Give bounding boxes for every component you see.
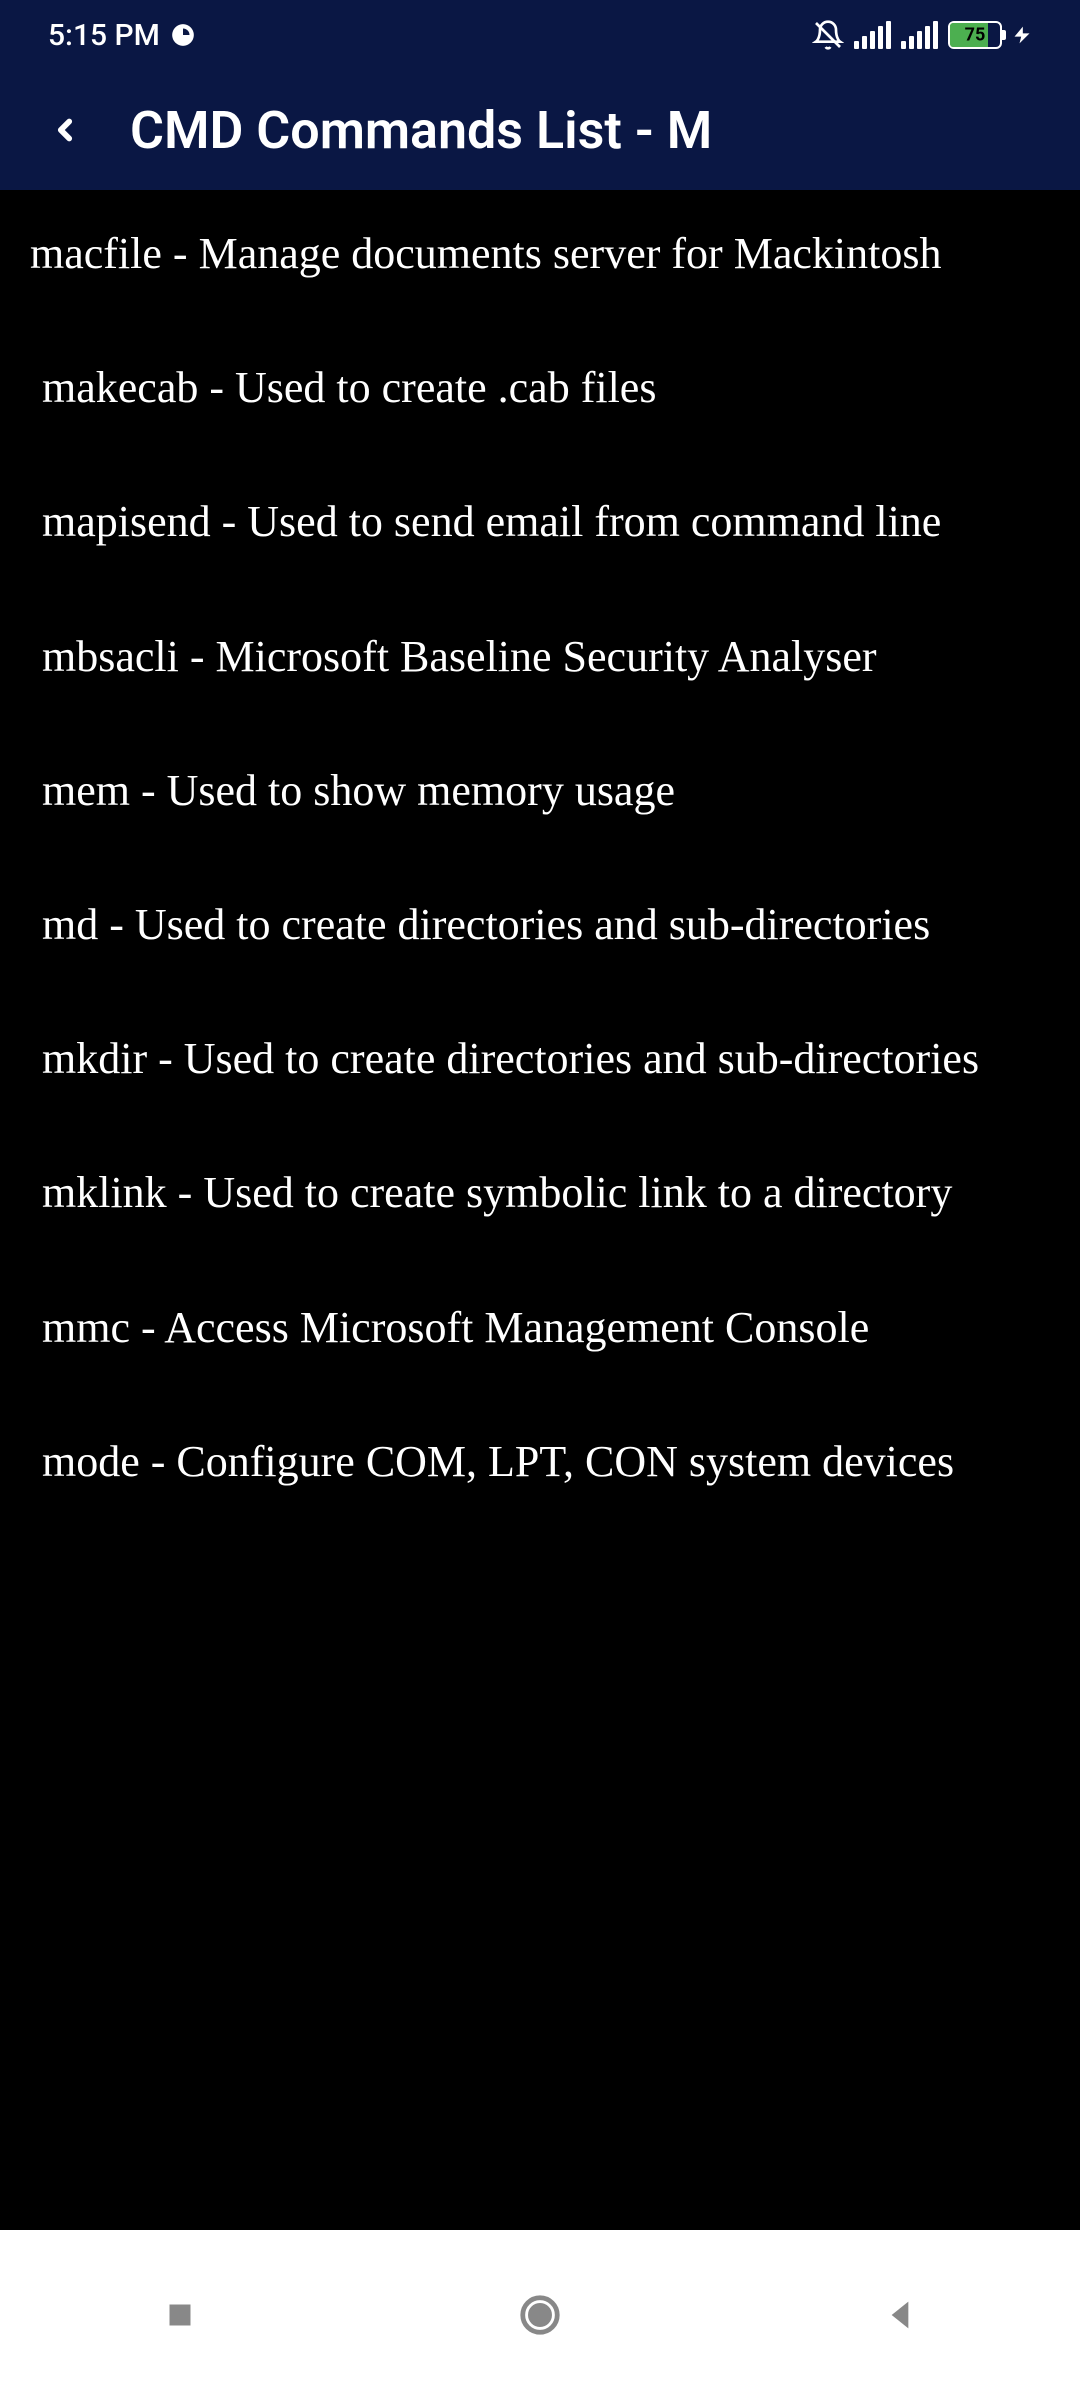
command-item: mbsacli - Microsoft Baseline Security An…	[30, 623, 1050, 691]
charging-icon	[1012, 21, 1032, 49]
command-item: mode - Configure COM, LPT, CON system de…	[30, 1428, 1050, 1496]
command-list[interactable]: macfile - Manage documents server for Ma…	[0, 190, 1080, 2230]
command-item: mklink - Used to create symbolic link to…	[30, 1159, 1050, 1227]
signal-icon-2	[901, 21, 938, 49]
navigation-bar	[0, 2230, 1080, 2400]
battery-icon: 75	[948, 21, 1002, 49]
status-left: 5:15 PM	[48, 18, 196, 53]
status-time: 5:15 PM	[48, 18, 160, 53]
signal-icon-1	[854, 21, 891, 49]
command-item: mem - Used to show memory usage	[30, 757, 1050, 825]
battery-level: 75	[965, 25, 986, 46]
nav-recents-button[interactable]	[150, 2285, 210, 2345]
status-right: 75	[812, 19, 1032, 51]
nav-home-button[interactable]	[510, 2285, 570, 2345]
sync-icon	[170, 22, 196, 48]
command-item: makecab - Used to create .cab files	[30, 354, 1050, 422]
app-header: CMD Commands List - M	[0, 70, 1080, 190]
command-item: macfile - Manage documents server for Ma…	[30, 220, 1050, 288]
status-bar: 5:15 PM 75	[0, 0, 1080, 70]
command-item: mapisend - Used to send email from comma…	[30, 488, 1050, 556]
page-title: CMD Commands List - M	[130, 100, 712, 161]
dnd-icon	[812, 19, 844, 51]
command-item: md - Used to create directories and sub-…	[30, 891, 1050, 959]
back-button[interactable]	[40, 105, 90, 155]
command-item: mkdir - Used to create directories and s…	[30, 1025, 1050, 1093]
command-item: mmc - Access Microsoft Management Consol…	[30, 1294, 1050, 1362]
nav-back-button[interactable]	[870, 2285, 930, 2345]
